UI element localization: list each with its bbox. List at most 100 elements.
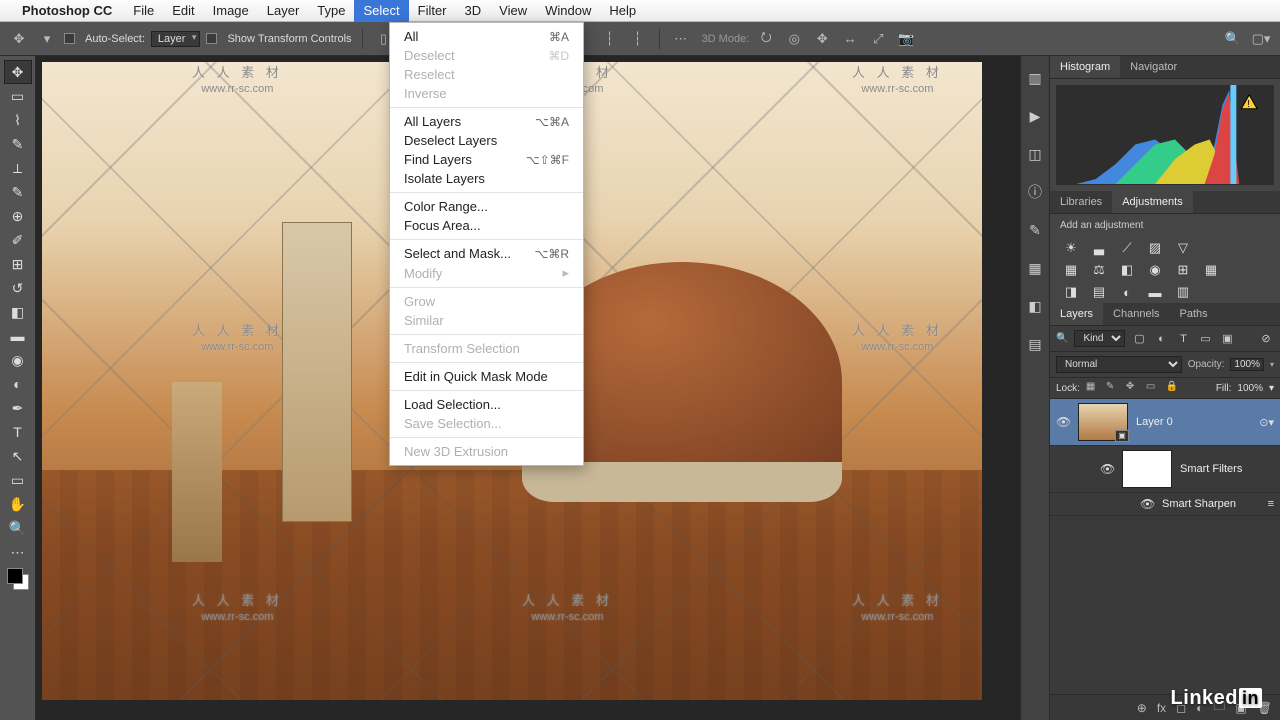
filter-smart-icon[interactable]: ▣: [1219, 331, 1235, 347]
menu-item-all-layers[interactable]: All Layers⌥⌘A: [390, 112, 583, 131]
menu-image[interactable]: Image: [204, 0, 258, 22]
marquee-tool[interactable]: ▭: [4, 84, 32, 108]
type-tool[interactable]: T: [4, 420, 32, 444]
layer-filter-kind[interactable]: Kind: [1074, 330, 1125, 347]
smart-sharpen-row[interactable]: 👁 Smart Sharpen ≡: [1050, 493, 1280, 516]
healing-tool[interactable]: ⊕: [4, 204, 32, 228]
visibility-icon[interactable]: 👁: [1100, 462, 1114, 476]
3d-scale-icon[interactable]: ⤢: [867, 28, 889, 50]
tab-libraries[interactable]: Libraries: [1050, 191, 1112, 213]
layer-name[interactable]: Layer 0: [1136, 416, 1173, 428]
opacity-value[interactable]: 100%: [1230, 358, 1264, 371]
edit-toolbar[interactable]: ⋯: [4, 540, 32, 564]
menu-item-isolate-layers[interactable]: Isolate Layers: [390, 169, 583, 188]
move-tool[interactable]: ✥: [4, 60, 32, 84]
lock-trans-icon[interactable]: ▦: [1086, 381, 1100, 395]
move-tool-icon[interactable]: ✥: [8, 28, 30, 50]
lock-artboard-icon[interactable]: ▭: [1146, 381, 1160, 395]
menu-edit[interactable]: Edit: [163, 0, 203, 22]
workspace-icon[interactable]: ▢▾: [1250, 28, 1272, 50]
tab-navigator[interactable]: Navigator: [1120, 56, 1187, 78]
properties-panel-icon[interactable]: ◫: [1025, 144, 1045, 164]
layer-thumb[interactable]: ▣: [1078, 403, 1128, 441]
menu-help[interactable]: Help: [600, 0, 645, 22]
menu-3d[interactable]: 3D: [456, 0, 491, 22]
adj-brightness-icon[interactable]: ☀: [1062, 239, 1080, 257]
layer-link-icon[interactable]: ⊙▾: [1259, 416, 1274, 429]
search-icon[interactable]: 🔍: [1222, 28, 1244, 50]
distribute-3-icon[interactable]: ┆: [627, 28, 649, 50]
eraser-tool[interactable]: ◧: [4, 300, 32, 324]
smart-sharpen-label[interactable]: Smart Sharpen: [1162, 498, 1236, 510]
shape-tool[interactable]: ▭: [4, 468, 32, 492]
menu-filter[interactable]: Filter: [409, 0, 456, 22]
pen-tool[interactable]: ✒: [4, 396, 32, 420]
menu-type[interactable]: Type: [308, 0, 354, 22]
filter-adj-icon[interactable]: ◐: [1153, 331, 1169, 347]
blend-mode-select[interactable]: Normal: [1056, 356, 1182, 373]
adj-exposure-icon[interactable]: ▨: [1146, 239, 1164, 257]
adj-photo-icon[interactable]: ◉: [1146, 261, 1164, 279]
filter-type-icon[interactable]: T: [1175, 331, 1191, 347]
actions-panel-icon[interactable]: ▶: [1025, 106, 1045, 126]
link-layers-icon[interactable]: ⊕: [1137, 701, 1147, 715]
filter-toggle-icon[interactable]: ⊘: [1258, 331, 1274, 347]
menu-layer[interactable]: Layer: [258, 0, 309, 22]
filter-mask-thumb[interactable]: [1122, 450, 1172, 488]
3d-roll-icon[interactable]: ◎: [783, 28, 805, 50]
history-brush-tool[interactable]: ↺: [4, 276, 32, 300]
menu-item-focus-area-[interactable]: Focus Area...: [390, 216, 583, 235]
adj-posterize-icon[interactable]: ▤: [1090, 283, 1108, 301]
tab-adjustments[interactable]: Adjustments: [1112, 191, 1193, 213]
smart-filters-row[interactable]: 👁 Smart Filters: [1050, 446, 1280, 493]
3d-orbit-icon[interactable]: ⭮: [755, 28, 777, 50]
eyedropper-tool[interactable]: ✎: [4, 180, 32, 204]
brush-tool[interactable]: ✐: [4, 228, 32, 252]
info-panel-icon[interactable]: ⓘ: [1025, 182, 1045, 202]
paragraph-panel-icon[interactable]: ▤: [1025, 334, 1045, 354]
visibility-icon[interactable]: 👁: [1140, 497, 1154, 511]
swatches-panel-icon[interactable]: ▦: [1025, 258, 1045, 278]
auto-select-dropdown[interactable]: Layer: [151, 31, 201, 47]
lasso-tool[interactable]: ⌇: [4, 108, 32, 132]
adj-curves-icon[interactable]: ⟋: [1118, 239, 1136, 257]
filter-pixel-icon[interactable]: ▢: [1131, 331, 1147, 347]
adj-balance-icon[interactable]: ⚖: [1090, 261, 1108, 279]
menu-item-select-and-mask-[interactable]: Select and Mask...⌥⌘R: [390, 244, 583, 263]
menu-item-find-layers[interactable]: Find Layers⌥⇧⌘F: [390, 150, 583, 169]
adj-hue-icon[interactable]: ▦: [1062, 261, 1080, 279]
adj-lookup-icon[interactable]: ▦: [1202, 261, 1220, 279]
adj-selective-icon[interactable]: ▥: [1174, 283, 1192, 301]
fill-value[interactable]: 100%: [1237, 383, 1263, 394]
quick-select-tool[interactable]: ✎: [4, 132, 32, 156]
menu-window[interactable]: Window: [536, 0, 600, 22]
show-transform-checkbox[interactable]: [206, 33, 217, 44]
fill-dropdown-icon[interactable]: ▾: [1269, 383, 1274, 394]
3d-camera-icon[interactable]: 📷: [895, 28, 917, 50]
menu-view[interactable]: View: [490, 0, 536, 22]
lock-pos-icon[interactable]: ✥: [1126, 381, 1140, 395]
menu-item-deselect-layers[interactable]: Deselect Layers: [390, 131, 583, 150]
3d-pan-icon[interactable]: ✥: [811, 28, 833, 50]
menu-select[interactable]: Select: [354, 0, 408, 22]
adj-gradient-icon[interactable]: ▬: [1146, 283, 1164, 301]
crop-tool[interactable]: ⟂: [4, 156, 32, 180]
filter-options-icon[interactable]: ≡: [1268, 498, 1274, 510]
distribute-v-icon[interactable]: ┆: [599, 28, 621, 50]
tab-histogram[interactable]: Histogram: [1050, 56, 1120, 78]
lock-image-icon[interactable]: ✎: [1106, 381, 1120, 395]
menu-item-all[interactable]: All⌘A: [390, 27, 583, 46]
adj-vibrance-icon[interactable]: ▽: [1174, 239, 1192, 257]
menu-item-color-range-[interactable]: Color Range...: [390, 197, 583, 216]
blur-tool[interactable]: ◉: [4, 348, 32, 372]
auto-select-checkbox[interactable]: [64, 33, 75, 44]
path-tool[interactable]: ↖: [4, 444, 32, 468]
adj-bw-icon[interactable]: ◧: [1118, 261, 1136, 279]
brush-panel-icon[interactable]: ✎: [1025, 220, 1045, 240]
tool-preset-icon[interactable]: ▾: [36, 28, 58, 50]
tab-channels[interactable]: Channels: [1103, 303, 1169, 325]
color-panel-icon[interactable]: ◧: [1025, 296, 1045, 316]
filter-shape-icon[interactable]: ▭: [1197, 331, 1213, 347]
visibility-icon[interactable]: 👁: [1056, 415, 1070, 429]
menu-file[interactable]: File: [124, 0, 163, 22]
